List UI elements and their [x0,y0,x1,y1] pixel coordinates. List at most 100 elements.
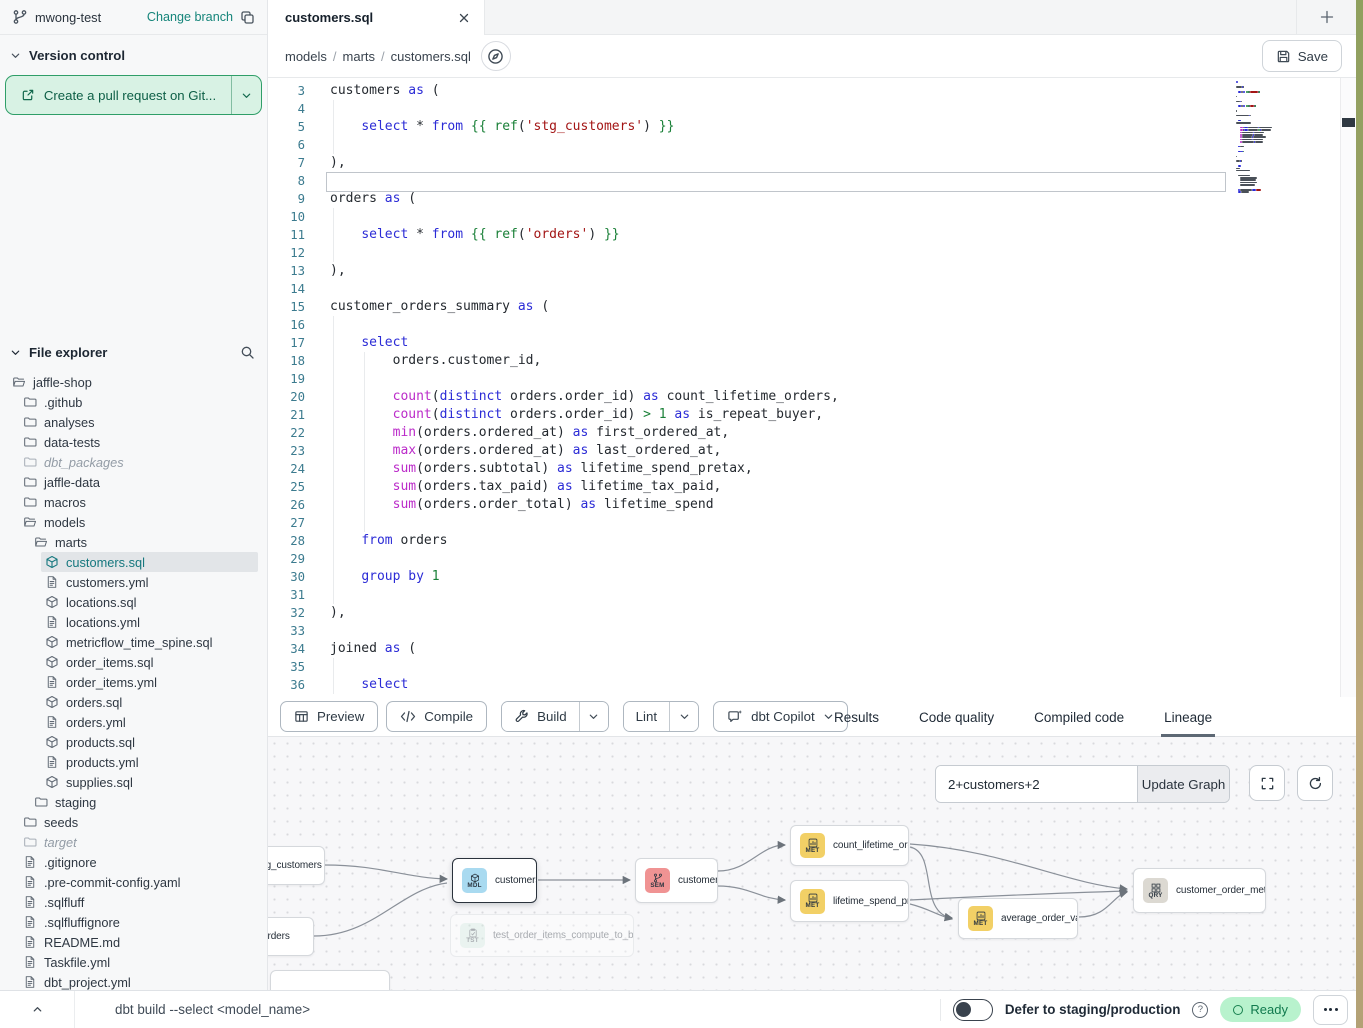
line-number[interactable]: 35 [268,658,305,676]
tab-lineage[interactable]: Lineage [1161,697,1215,737]
file-item-metricflow-time-spine-sql[interactable]: metricflow_time_spine.sql [0,632,267,652]
more-options-button[interactable] [1313,995,1348,1025]
lineage-node-customer-order-metrics[interactable]: QRYcustomer_order_metrics [1133,868,1266,913]
file-explorer-header[interactable]: File explorer [0,335,267,366]
line-number[interactable]: 4 [268,100,305,118]
compass-button[interactable] [481,41,511,71]
tab-compiled-code[interactable]: Compiled code [1031,697,1127,737]
help-icon[interactable]: ? [1192,1002,1208,1018]
line-number[interactable]: 32 [268,604,305,622]
line-number[interactable]: 15 [268,298,305,316]
file-item-dbt-packages[interactable]: dbt_packages [0,452,267,472]
line-number[interactable]: 18 [268,352,305,370]
code-line[interactable]: 25 sum(orders.tax_paid) as lifetime_tax_… [268,478,1356,496]
minimap[interactable] [1232,78,1320,196]
code-line[interactable]: 28 from orders [268,532,1356,550]
code-line[interactable]: 10 [268,208,1356,226]
lineage-node-stg-customers[interactable]: MDLstg_customers [268,846,325,885]
lint-dropdown-chevron[interactable] [669,702,698,731]
code-line[interactable]: 6 [268,136,1356,154]
breadcrumb-part[interactable]: customers.sql [391,49,471,64]
file-item--sqlfluffignore[interactable]: .sqlfluffignore [0,912,267,932]
file-item-customers-sql[interactable]: customers.sql [0,552,267,572]
save-button[interactable]: Save [1262,40,1342,72]
code-line[interactable]: 5 select * from {{ ref('stg_customers') … [268,118,1356,136]
code-line[interactable]: 22 min(orders.ordered_at) as first_order… [268,424,1356,442]
file-item--sqlfluff[interactable]: .sqlfluff [0,892,267,912]
code-line[interactable]: 9orders as ( [268,190,1356,208]
fullscreen-button[interactable] [1249,765,1285,801]
code-editor[interactable]: 3customers as (45 select * from {{ ref('… [268,78,1356,697]
file-item-models[interactable]: models [0,512,267,532]
code-line[interactable]: 18 orders.customer_id, [268,352,1356,370]
line-number[interactable]: 17 [268,334,305,352]
file-item-products-yml[interactable]: products.yml [0,752,267,772]
code-line[interactable]: 26 sum(orders.order_total) as lifetime_s… [268,496,1356,514]
line-number[interactable]: 13 [268,262,305,280]
collapse-panel-button[interactable] [0,991,75,1028]
line-number[interactable]: 30 [268,568,305,586]
line-number[interactable]: 24 [268,460,305,478]
line-number[interactable]: 31 [268,586,305,604]
close-tab-icon[interactable] [458,12,470,24]
lineage-node-partial[interactable] [270,970,390,990]
pr-dropdown-chevron[interactable] [231,76,261,114]
line-number[interactable]: 14 [268,280,305,298]
file-item-jaffle-data[interactable]: jaffle-data [0,472,267,492]
search-icon[interactable] [240,345,255,360]
tab-customers-sql[interactable]: customers.sql [268,0,485,35]
code-line[interactable]: 12 [268,244,1356,262]
tab-code-quality[interactable]: Code quality [916,697,997,737]
breadcrumb-part[interactable]: models [285,49,327,64]
code-line[interactable]: 30 group by 1 [268,568,1356,586]
new-tab-button[interactable] [1296,0,1356,34]
line-number[interactable]: 26 [268,496,305,514]
line-number[interactable]: 36 [268,676,305,694]
build-button[interactable]: Build [502,702,579,731]
change-branch-link[interactable]: Change branch [147,10,233,24]
code-line[interactable]: 29 [268,550,1356,568]
line-number[interactable]: 19 [268,370,305,388]
code-line[interactable]: 15customer_orders_summary as ( [268,298,1356,316]
code-line[interactable]: 32), [268,604,1356,622]
code-line[interactable]: 36 select [268,676,1356,694]
lineage-node-test-order-items-compute-to-bools-[interactable]: TSTtest_order_items_compute_to_bools... [450,914,634,957]
scrollbar-thumb[interactable] [1342,118,1355,127]
code-line[interactable]: 16 [268,316,1356,334]
file-item-products-sql[interactable]: products.sql [0,732,267,752]
file-item-order-items-sql[interactable]: order_items.sql [0,652,267,672]
code-line[interactable]: 27 [268,514,1356,532]
file-item-orders-sql[interactable]: orders.sql [0,692,267,712]
line-number[interactable]: 23 [268,442,305,460]
code-line[interactable]: 24 sum(orders.subtotal) as lifetime_spen… [268,460,1356,478]
update-graph-button[interactable]: Update Graph [1137,766,1229,802]
code-line[interactable]: 20 count(distinct orders.order_id) as co… [268,388,1356,406]
line-number[interactable]: 25 [268,478,305,496]
build-dropdown-chevron[interactable] [579,702,608,731]
code-line[interactable]: 8 [268,172,1356,190]
code-line[interactable]: 23 max(orders.ordered_at) as last_ordere… [268,442,1356,460]
code-line[interactable]: 21 count(distinct orders.order_id) > 1 a… [268,406,1356,424]
file-item-readme-md[interactable]: README.md [0,932,267,952]
line-number[interactable]: 11 [268,226,305,244]
line-number[interactable]: 22 [268,424,305,442]
file-item-orders-yml[interactable]: orders.yml [0,712,267,732]
defer-toggle[interactable] [953,999,993,1021]
command-input[interactable]: dbt build --select <model_name> [115,1002,310,1017]
editor-scrollbar[interactable] [1340,78,1356,697]
line-number[interactable]: 29 [268,550,305,568]
file-item-marts[interactable]: marts [0,532,267,552]
code-line[interactable]: 7), [268,154,1356,172]
code-line[interactable]: 19 [268,370,1356,388]
lineage-node-customers[interactable]: MDLcustomers [452,858,537,903]
file-item-locations-sql[interactable]: locations.sql [0,592,267,612]
lineage-node-customers[interactable]: SEMcustomers [635,858,718,903]
breadcrumb-part[interactable]: marts [343,49,376,64]
code-line[interactable]: 4 [268,100,1356,118]
lineage-selector-input[interactable] [936,766,1137,802]
file-item--gitignore[interactable]: .gitignore [0,852,267,872]
line-number[interactable]: 9 [268,190,305,208]
code-line[interactable]: 13), [268,262,1356,280]
line-number[interactable]: 33 [268,622,305,640]
code-line[interactable]: 3customers as ( [268,82,1356,100]
